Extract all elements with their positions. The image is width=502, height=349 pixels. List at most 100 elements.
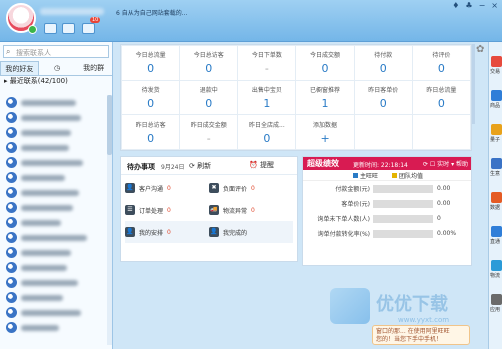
contact-item[interactable]: [0, 245, 107, 260]
todo-item-logistics-issue[interactable]: 🚚 物流异常 0: [209, 199, 293, 221]
stat-cell[interactable]: 待评价 0: [411, 45, 472, 81]
close-button[interactable]: ×: [491, 1, 498, 10]
contact-item[interactable]: [0, 155, 107, 170]
contact-name: [21, 324, 59, 331]
contact-item[interactable]: [0, 185, 107, 200]
stat-value: 0: [437, 96, 445, 110]
notification-toast[interactable]: 窗口的那... 在使用阿里旺旺 您的！当您下手中手机！: [372, 325, 470, 345]
performance-row: 询单未下单人数(人) 0: [303, 211, 471, 226]
stat-cell[interactable]: 今日成交额 0: [295, 45, 355, 81]
stat-cell[interactable]: 已橱窗推荐 1: [295, 79, 355, 116]
recent-contacts-group[interactable]: ▸ 最近联系(42/100): [0, 76, 112, 87]
stat-cell[interactable]: 昨日成交金额 -: [179, 114, 239, 150]
app-icon[interactable]: [491, 192, 502, 203]
performance-metric-value: 0.00%: [437, 230, 457, 237]
todo-item-label: 物流异常: [223, 207, 248, 215]
stat-cell[interactable]: 昨日总流量 0: [411, 79, 472, 116]
add-data-button[interactable]: +: [296, 132, 353, 145]
contact-avatar: [6, 307, 17, 318]
contact-avatar: [6, 232, 17, 243]
stat-label: 今日成交额: [310, 52, 341, 60]
stat-label: 昨日全店成...: [249, 121, 285, 129]
alarm-button[interactable]: ⏰ 提醒: [249, 160, 274, 170]
settings-gear-icon[interactable]: ✿: [476, 44, 484, 55]
contact-item[interactable]: [0, 125, 107, 140]
contact-item[interactable]: [0, 110, 107, 125]
menu-icon[interactable]: ♣: [465, 1, 472, 10]
contact-item[interactable]: [0, 200, 107, 215]
contact-item[interactable]: [0, 290, 107, 305]
contact-item[interactable]: [0, 215, 107, 230]
contact-name: [21, 219, 61, 226]
stat-label: 昨日总流量: [426, 86, 457, 94]
todo-title: 待办事项: [127, 163, 155, 171]
app-icon[interactable]: [491, 158, 502, 169]
refresh-button[interactable]: ⟳ 刷新: [189, 161, 211, 171]
app-icon[interactable]: [491, 260, 502, 271]
app-icon[interactable]: [491, 226, 502, 237]
stat-value: -: [206, 131, 211, 145]
shop-icon[interactable]: [62, 23, 75, 34]
tab-recent[interactable]: ◷: [39, 61, 76, 75]
stat-cell[interactable]: 待付款 0: [353, 45, 413, 81]
contact-item[interactable]: [0, 230, 107, 245]
stat-value: 0: [263, 131, 271, 145]
stat-cell[interactable]: 退款中 0: [179, 79, 239, 116]
app-label: 生意: [490, 171, 501, 177]
stat-cell[interactable]: 今日总访客 0: [179, 45, 239, 81]
todo-item-my-schedule[interactable]: 👤 我的安排 0: [125, 221, 209, 243]
todo-item-order-process[interactable]: ☰ 订单处理 0: [125, 199, 209, 221]
contact-item[interactable]: [0, 260, 107, 275]
customer-chat-icon: 👤: [125, 183, 135, 193]
todo-item-count: 0: [251, 184, 255, 192]
todo-item-count: 0: [167, 228, 171, 236]
app-icon[interactable]: [491, 56, 502, 67]
minimize-button[interactable]: −: [479, 1, 486, 10]
message-icon[interactable]: [82, 23, 95, 34]
stat-cell[interactable]: 待发货 0: [120, 79, 181, 116]
stat-label: 已橱窗推荐: [310, 86, 341, 94]
stat-cell[interactable]: 出售中宝贝 1: [237, 79, 297, 116]
performance-panel: 超级绩效 更新时间: 22:18:14 ⟳ ☐ 实时 ▾ 帮助 主旺旺 团队均值…: [302, 156, 472, 266]
stat-cell[interactable]: 昨日全店成... 0: [237, 114, 297, 150]
stat-label: 出售中宝贝: [251, 86, 282, 94]
contact-item[interactable]: [0, 140, 107, 155]
legend-main-account[interactable]: 主旺旺: [353, 171, 378, 180]
app-icon[interactable]: [491, 294, 502, 305]
tab-my-friends[interactable]: 我的好友: [0, 61, 39, 75]
stat-cell[interactable]: 今日下单数 -: [237, 45, 297, 81]
stat-cell[interactable]: 添加数据 +: [295, 114, 355, 150]
contact-item[interactable]: [0, 95, 107, 110]
stats-scrollbar[interactable]: [472, 44, 475, 124]
user-signature[interactable]: 6 自从为自己网站套载的...: [116, 8, 187, 17]
todo-grid: 👤 客户沟通 0 ✖ 负面评价 0 ☰ 订单处理 0 🚚 物流异常 0 👤 我的安排 0 👤 我完成的: [121, 175, 297, 245]
window-controls: ♦ ♣ − ×: [452, 1, 498, 10]
mail-icon[interactable]: [44, 23, 57, 34]
stat-value: 0: [321, 62, 329, 76]
todo-item-customer-chat[interactable]: 👤 客户沟通 0: [125, 177, 209, 199]
todo-item-my-completed[interactable]: 👤 我完成的: [209, 221, 293, 243]
todo-item-count: 0: [167, 184, 171, 192]
online-status-icon[interactable]: [28, 25, 37, 34]
contact-scrollbar[interactable]: [107, 95, 112, 345]
stat-cell[interactable]: 今日总流量 0: [120, 45, 181, 81]
contact-item[interactable]: [0, 305, 107, 320]
contact-item[interactable]: [0, 275, 107, 290]
contact-search-input[interactable]: ⌕ 搜索联系人: [3, 45, 109, 58]
todo-item-negative-review[interactable]: ✖ 负面评价 0: [209, 177, 293, 199]
legend-team-average[interactable]: 团队均值: [392, 171, 423, 180]
scrollbar-thumb[interactable]: [107, 95, 112, 155]
contact-name: [21, 99, 76, 106]
performance-controls[interactable]: ⟳ ☐ 实时 ▾ 帮助: [423, 159, 468, 168]
stat-cell[interactable]: 昨日总访客 0: [120, 114, 181, 150]
todo-item-count: 0: [251, 206, 255, 214]
stat-cell[interactable]: 昨日客单价 0: [353, 79, 413, 116]
app-icon[interactable]: [491, 124, 502, 135]
contact-item[interactable]: [0, 170, 107, 185]
app-icon[interactable]: [491, 90, 502, 101]
performance-metric-label: 客单价(元): [341, 201, 370, 208]
skin-icon[interactable]: ♦: [452, 1, 459, 10]
stat-value: -: [264, 62, 269, 76]
tab-my-groups[interactable]: 我的群: [75, 61, 112, 75]
contact-item[interactable]: [0, 320, 107, 335]
